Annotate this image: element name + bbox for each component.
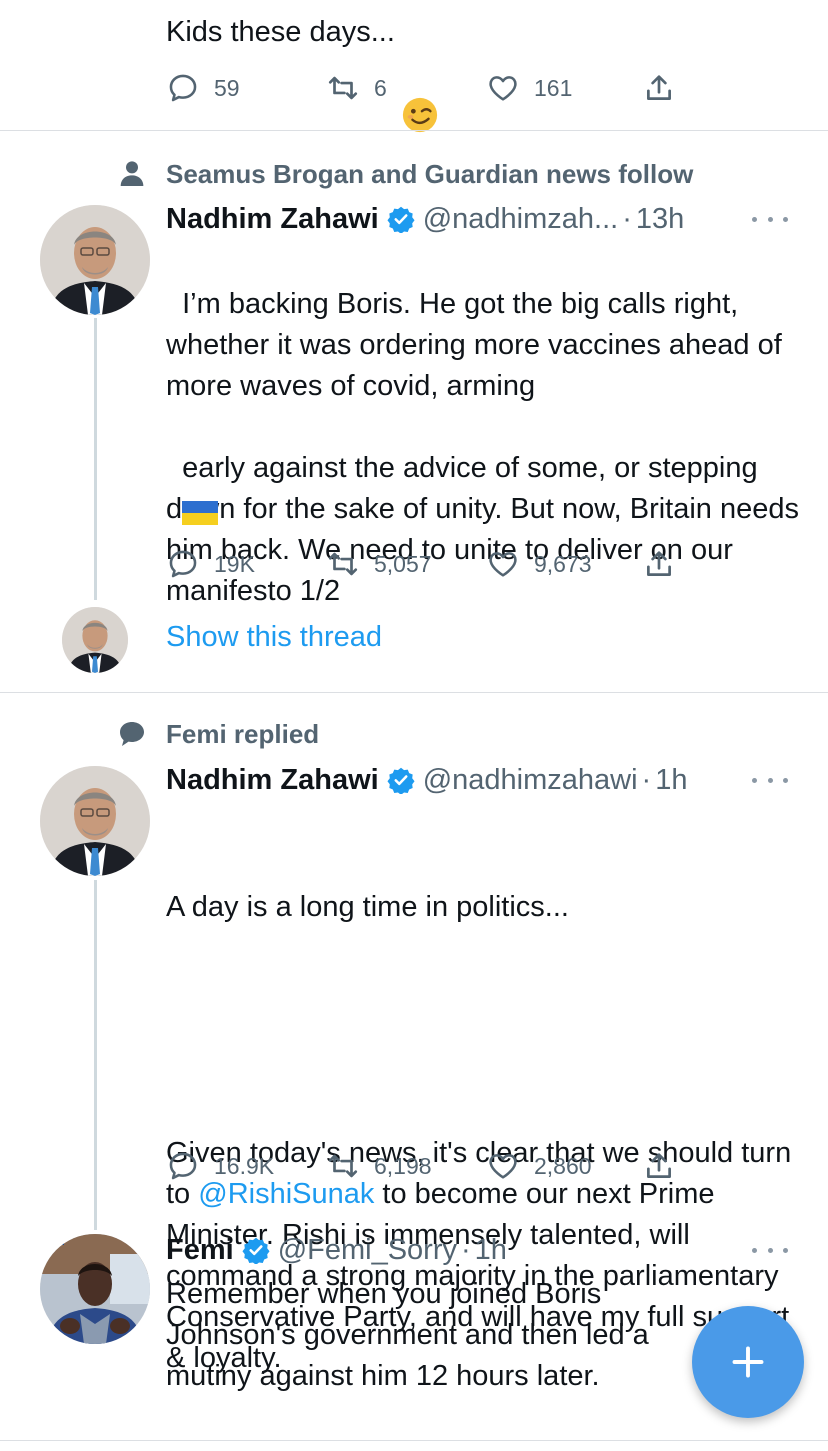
timestamp[interactable]: 1h	[475, 1234, 507, 1267]
reply-button[interactable]: 16.9K	[166, 1146, 274, 1186]
retweet-count: 6	[374, 74, 387, 101]
retweet-count: 6,198	[374, 1152, 432, 1179]
avatar[interactable]	[40, 1234, 150, 1344]
tweet-header: Nadhim Zahawi @nadhimzah... · 13h	[166, 202, 685, 236]
like-button[interactable]: 2,860	[486, 1146, 592, 1186]
tweet-actions: 19K 5,057 9,673	[166, 544, 686, 584]
like-count: 161	[534, 74, 573, 101]
more-options-icon[interactable]	[752, 1240, 788, 1260]
share-button[interactable]	[642, 1146, 676, 1186]
plus-icon	[732, 1346, 764, 1378]
reply-icon	[169, 1152, 197, 1180]
tweet-header: Femi @Femi_Sorry · 1h	[166, 1233, 507, 1267]
timestamp[interactable]: 1h	[655, 764, 687, 797]
retweet-icon	[328, 76, 358, 100]
more-options-icon[interactable]	[752, 770, 788, 790]
avatar-small[interactable]	[62, 607, 128, 673]
reply-count: 19K	[214, 550, 255, 577]
verified-badge-icon	[387, 767, 415, 794]
like-button[interactable]: 161	[486, 68, 572, 108]
show-thread-link[interactable]: Show this thread	[166, 621, 382, 654]
reply-button[interactable]: 19K	[166, 544, 255, 584]
divider	[0, 130, 828, 131]
tweet-text: Remember when you joined Boris Johnson's…	[166, 1278, 657, 1392]
retweet-icon	[328, 1154, 358, 1178]
verified-badge-icon	[387, 206, 415, 233]
like-count: 2,860	[534, 1152, 592, 1179]
social-context-text: Seamus Brogan and Guardian news follow	[166, 158, 694, 189]
heart-icon	[489, 76, 517, 101]
avatar[interactable]	[40, 766, 150, 876]
divider	[0, 692, 828, 693]
reply-count: 59	[214, 74, 240, 101]
divider	[0, 1440, 828, 1441]
author-name[interactable]: Nadhim Zahawi	[166, 203, 379, 236]
tweet-header: Nadhim Zahawi @nadhimzahawi · 1h	[166, 763, 688, 797]
share-button[interactable]	[642, 544, 676, 584]
ukraine-flag-icon	[182, 414, 219, 526]
more-options-icon[interactable]	[752, 209, 788, 229]
retweet-icon	[328, 552, 358, 576]
share-icon	[647, 75, 671, 100]
tweet-actions: 59 6 161	[166, 68, 686, 108]
tweet-text: Kids these days...	[166, 12, 806, 132]
verified-badge-icon	[242, 1237, 270, 1264]
author-name[interactable]: Femi	[166, 1234, 234, 1267]
share-button[interactable]	[642, 68, 676, 108]
like-button[interactable]: 9,673	[486, 544, 592, 584]
share-icon	[647, 1153, 671, 1178]
reply-icon	[169, 550, 197, 578]
tweet-partial[interactable]: Kids these days... 59 6 161	[0, 0, 828, 132]
reply-icon	[169, 74, 197, 102]
author-name[interactable]: Nadhim Zahawi	[166, 764, 379, 797]
like-count: 9,673	[534, 550, 592, 577]
compose-tweet-button[interactable]	[692, 1306, 804, 1418]
clipped-text-line	[166, 0, 326, 8]
heart-icon	[489, 1154, 517, 1179]
retweet-button[interactable]: 6,198	[326, 1146, 432, 1186]
author-handle[interactable]: @Femi_Sorry	[278, 1234, 457, 1267]
retweet-count: 5,057	[374, 550, 432, 577]
retweet-button[interactable]: 6	[326, 68, 387, 108]
social-context[interactable]: Seamus Brogan and Guardian news follow	[112, 157, 693, 191]
heart-icon	[489, 552, 517, 577]
author-handle[interactable]: @nadhimzahawi	[423, 764, 638, 797]
share-icon	[647, 551, 671, 576]
reply-button[interactable]: 59	[166, 68, 240, 108]
avatar[interactable]	[40, 205, 150, 315]
author-handle[interactable]: @nadhimzah...	[423, 203, 618, 236]
social-context[interactable]: Femi replied	[112, 717, 319, 751]
timestamp[interactable]: 13h	[636, 203, 684, 236]
retweet-button[interactable]: 5,057	[326, 544, 432, 584]
person-icon	[112, 157, 152, 191]
wink-emoji-icon	[401, 14, 439, 132]
thread-line	[94, 880, 97, 1230]
speech-bubble-icon	[112, 717, 152, 751]
social-context-text: Femi replied	[166, 718, 320, 749]
tweet-actions: 16.9K 6,198 2,860	[166, 1146, 686, 1186]
thread-line	[94, 318, 97, 600]
reply-count: 16.9K	[214, 1152, 275, 1179]
